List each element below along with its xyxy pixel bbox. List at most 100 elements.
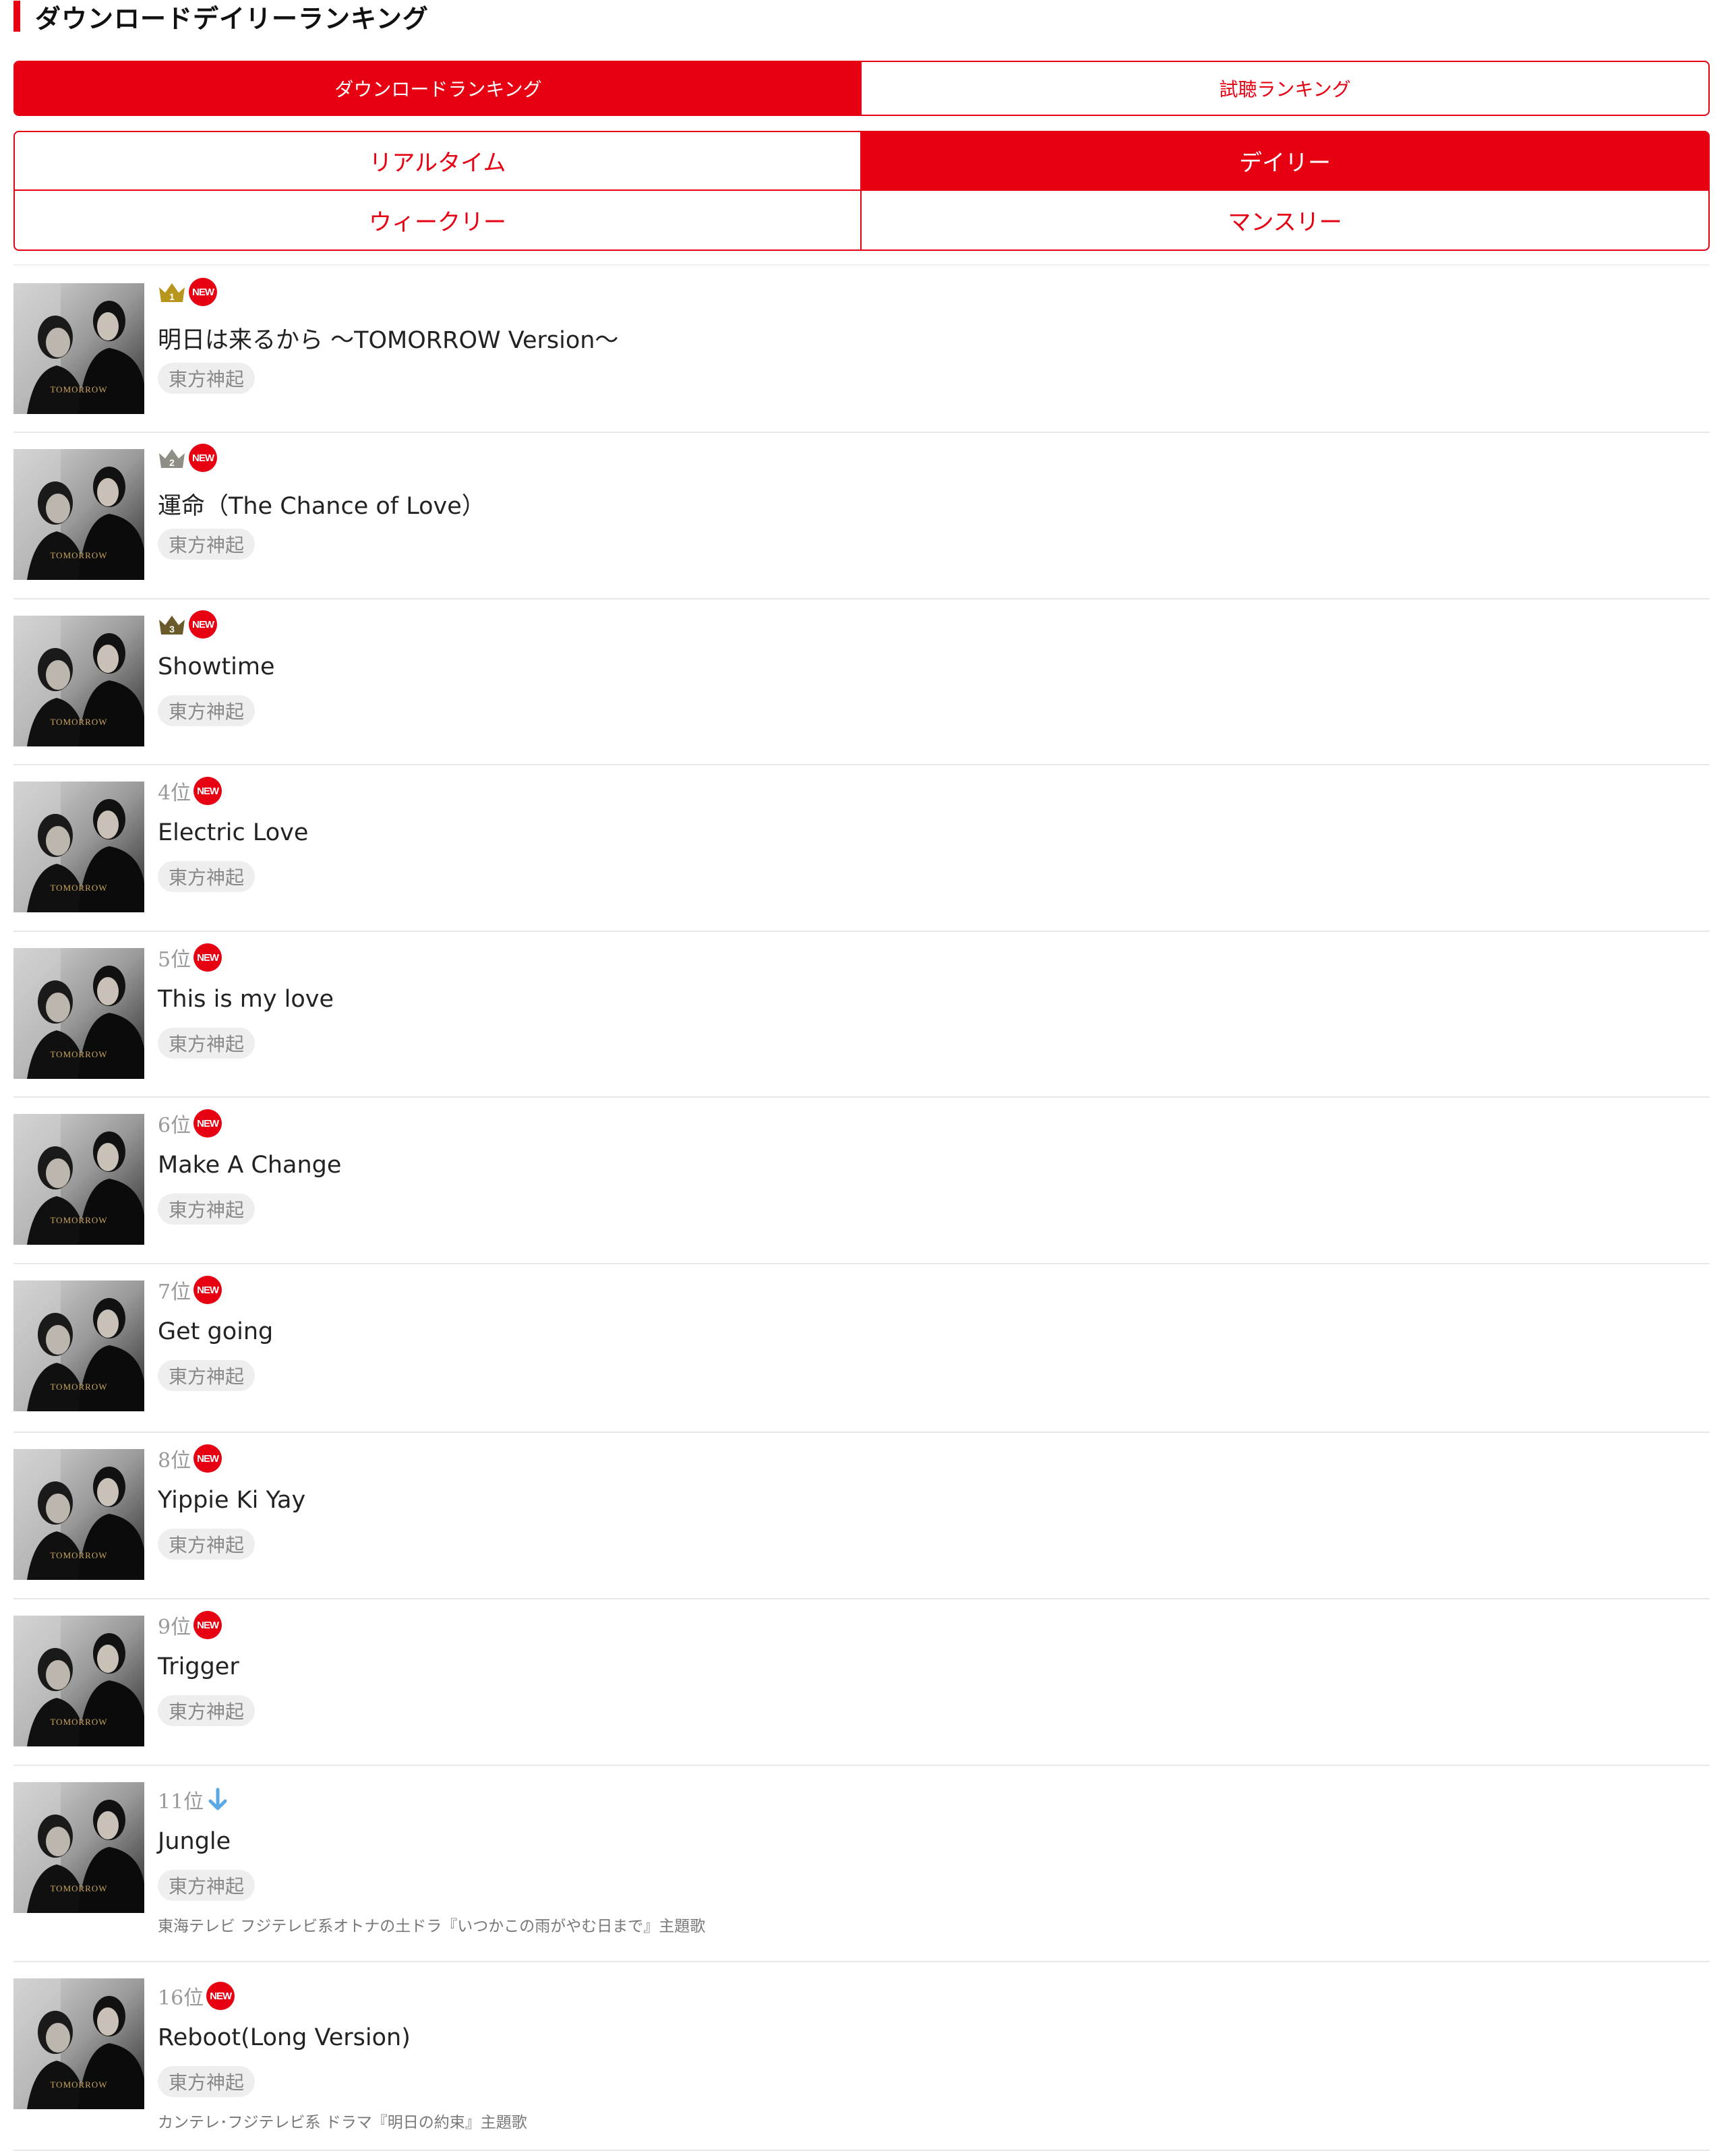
track-title[interactable]: Electric Love: [158, 819, 308, 846]
heading-accent-bar: [13, 1, 20, 32]
list-item[interactable]: TOMORROW 2 NEW 運命（The Chance of Love） 東方神起: [13, 433, 1710, 599]
tab-weekly[interactable]: ウィークリー: [15, 191, 862, 249]
tab-daily[interactable]: デイリー: [862, 132, 1708, 191]
album-art[interactable]: TOMORROW: [13, 1449, 144, 1580]
list-item[interactable]: TOMORROW 3 NEW Showtime 東方神起: [13, 599, 1710, 765]
rank-number: 8位: [158, 1449, 191, 1473]
artist-tag[interactable]: 東方神起: [158, 861, 256, 892]
rank-indicator: 2 NEW: [158, 444, 217, 472]
album-art-title: TOMORROW: [50, 384, 107, 394]
track-title[interactable]: Jungle: [158, 1828, 231, 1855]
rank-indicator: 1 NEW: [158, 278, 217, 306]
list-item[interactable]: TOMORROW 9位 NEW Trigger 東方神起: [13, 1599, 1710, 1766]
album-art[interactable]: TOMORROW: [13, 782, 144, 912]
artist-tag[interactable]: 東方神起: [158, 1695, 256, 1726]
list-item[interactable]: TOMORROW 6位 NEW Make A Change 東方神起: [13, 1098, 1710, 1264]
track-title[interactable]: This is my love: [158, 986, 334, 1013]
artist-tag[interactable]: 東方神起: [158, 1870, 256, 1901]
new-badge: NEW: [193, 1444, 222, 1473]
list-item[interactable]: TOMORROW 11位 Jungle 東方神起東海テレビ フジテレビ系オトナの土ドラ…: [13, 1766, 1710, 1962]
new-badge: NEW: [193, 943, 222, 972]
track-title[interactable]: Yippie Ki Yay: [158, 1487, 305, 1514]
track-title[interactable]: Reboot(Long Version): [158, 2024, 411, 2051]
artist-tag[interactable]: 東方神起: [158, 1194, 256, 1225]
tab-monthly[interactable]: マンスリー: [862, 191, 1708, 249]
album-art-title: TOMORROW: [50, 550, 107, 560]
crown-icon: 2: [159, 449, 185, 468]
rank-indicator: 5位 NEW: [158, 943, 222, 972]
artist-tag[interactable]: 東方神起: [158, 1529, 256, 1560]
rank-indicator: 9位 NEW: [158, 1610, 222, 1640]
album-art-title: TOMORROW: [50, 1049, 107, 1059]
rank-indicator: 3 NEW: [158, 610, 217, 639]
new-badge: NEW: [193, 1611, 222, 1639]
artist-tag[interactable]: 東方神起: [158, 1028, 256, 1059]
new-badge: NEW: [193, 1109, 222, 1138]
track-title[interactable]: Make A Change: [158, 1152, 341, 1179]
rank-number: 7位: [158, 1280, 191, 1304]
album-art[interactable]: TOMORROW: [13, 1114, 144, 1245]
crown-icon: 3: [159, 616, 185, 635]
album-art[interactable]: TOMORROW: [13, 1978, 144, 2109]
artist-tag[interactable]: 東方神起: [158, 529, 256, 560]
tab-download-ranking[interactable]: ダウンロードランキング: [15, 62, 862, 115]
rank-number: 6位: [158, 1114, 191, 1138]
tab-preview-ranking[interactable]: 試聴ランキング: [862, 62, 1708, 115]
list-item[interactable]: TOMORROW 1 NEW 明日は来るから 〜TOMORROW Version〜 東方…: [13, 267, 1710, 433]
artist-tag[interactable]: 東方神起: [158, 2066, 256, 2097]
album-art[interactable]: TOMORROW: [13, 283, 144, 414]
ranking-type-tabs: ダウンロードランキング 試聴ランキング: [13, 61, 1710, 116]
artist-tag[interactable]: 東方神起: [158, 1360, 256, 1391]
album-art[interactable]: TOMORROW: [13, 449, 144, 580]
album-art-title: TOMORROW: [50, 1883, 107, 1893]
artist-tag[interactable]: 東方神起: [158, 695, 256, 726]
list-item[interactable]: TOMORROW 4位 NEW Electric Love 東方神起: [13, 765, 1710, 932]
new-badge: NEW: [193, 777, 222, 805]
tie-in-note: 東海テレビ フジテレビ系オトナの土ドラ『いつかこの雨がやむ日まで』主題歌: [158, 1918, 706, 1935]
rank-indicator: 6位 NEW: [158, 1109, 222, 1138]
album-art[interactable]: TOMORROW: [13, 948, 144, 1079]
album-art[interactable]: TOMORROW: [13, 1280, 144, 1411]
rank-indicator: 16位 NEW: [158, 1981, 235, 2011]
track-title[interactable]: 運命（The Chance of Love）: [158, 487, 485, 521]
list-item[interactable]: TOMORROW 7位 NEW Get going 東方神起: [13, 1264, 1710, 1433]
crown-rank-number: 3: [169, 624, 175, 635]
album-art[interactable]: TOMORROW: [13, 1782, 144, 1913]
track-title[interactable]: 明日は来るから 〜TOMORROW Version〜: [158, 321, 618, 355]
list-item[interactable]: TOMORROW 16位 NEW Reboot(Long Version) 東方神起カン…: [13, 1962, 1710, 2151]
album-art[interactable]: TOMORROW: [13, 616, 144, 746]
list-top-divider: [13, 264, 1710, 266]
track-title[interactable]: Trigger: [158, 1653, 239, 1680]
list-item[interactable]: TOMORROW 5位 NEW This is my love 東方神起: [13, 932, 1710, 1098]
new-badge: NEW: [193, 1276, 222, 1304]
rank-number: 16位: [158, 1986, 204, 2010]
album-art-title: TOMORROW: [50, 1215, 107, 1225]
track-title[interactable]: Showtime: [158, 653, 275, 680]
rank-number: 5位: [158, 948, 191, 972]
rank-number: 9位: [158, 1616, 191, 1639]
tie-in-note: カンテレ･フジテレビ系 ドラマ『明日の約束』主題歌: [158, 2114, 527, 2131]
artist-tag[interactable]: 東方神起: [158, 363, 256, 394]
new-badge: NEW: [206, 1982, 235, 2010]
rank-indicator: 7位 NEW: [158, 1275, 222, 1305]
rank-indicator: 11位: [158, 1785, 228, 1815]
crown-icon: 1: [159, 283, 185, 302]
arrow-down-icon: [208, 1788, 227, 1810]
section-heading: ダウンロードデイリーランキング: [13, 0, 429, 34]
rank-indicator: 4位 NEW: [158, 776, 222, 806]
album-art-title: TOMORROW: [50, 1550, 107, 1560]
album-art-title: TOMORROW: [50, 717, 107, 727]
new-badge: NEW: [189, 278, 217, 306]
album-art-title: TOMORROW: [50, 1382, 107, 1392]
crown-rank-number: 2: [169, 457, 175, 468]
album-art-title: TOMORROW: [50, 1717, 107, 1727]
rank-indicator: 8位 NEW: [158, 1444, 222, 1473]
list-item[interactable]: TOMORROW 8位 NEW Yippie Ki Yay 東方神起: [13, 1433, 1710, 1599]
album-art-title: TOMORROW: [50, 883, 107, 893]
track-title[interactable]: Get going: [158, 1318, 273, 1345]
album-art-title: TOMORROW: [50, 2080, 107, 2090]
tab-realtime[interactable]: リアルタイム: [15, 132, 862, 191]
new-badge: NEW: [189, 444, 217, 472]
album-art[interactable]: TOMORROW: [13, 1616, 144, 1746]
new-badge: NEW: [189, 610, 217, 639]
